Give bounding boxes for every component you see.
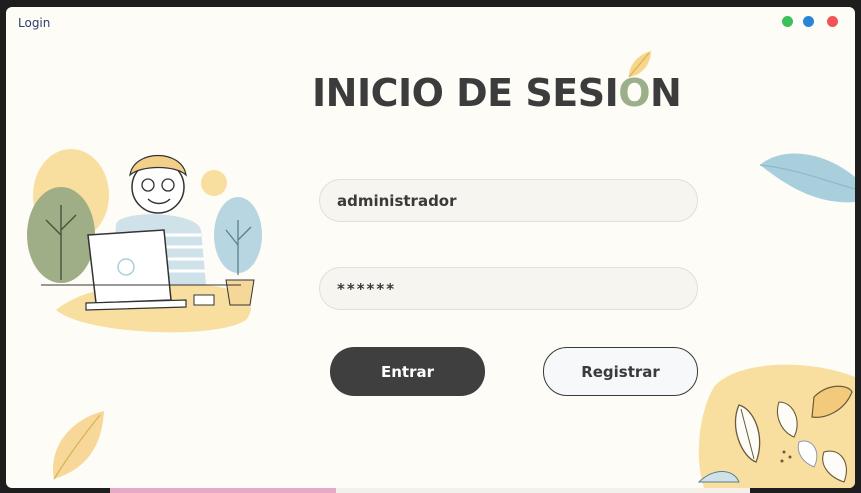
page-title: INICIO DE SESION: [312, 71, 682, 115]
minimize-button[interactable]: [782, 16, 793, 27]
yellow-leaf-icon: [53, 411, 104, 480]
username-input[interactable]: [319, 179, 698, 222]
login-window: Login INICIO DE SESION Entra: [6, 7, 855, 488]
password-input[interactable]: [319, 267, 698, 310]
maximize-button[interactable]: [803, 16, 814, 27]
close-button[interactable]: [827, 16, 838, 27]
blue-leaf-icon: [759, 153, 855, 203]
man-with-laptop-illustration: [27, 149, 262, 333]
leaf-cluster-illustration: [697, 364, 855, 488]
register-button[interactable]: Registrar: [543, 347, 698, 396]
enter-button[interactable]: Entrar: [330, 347, 485, 396]
window-title: Login: [18, 16, 51, 30]
